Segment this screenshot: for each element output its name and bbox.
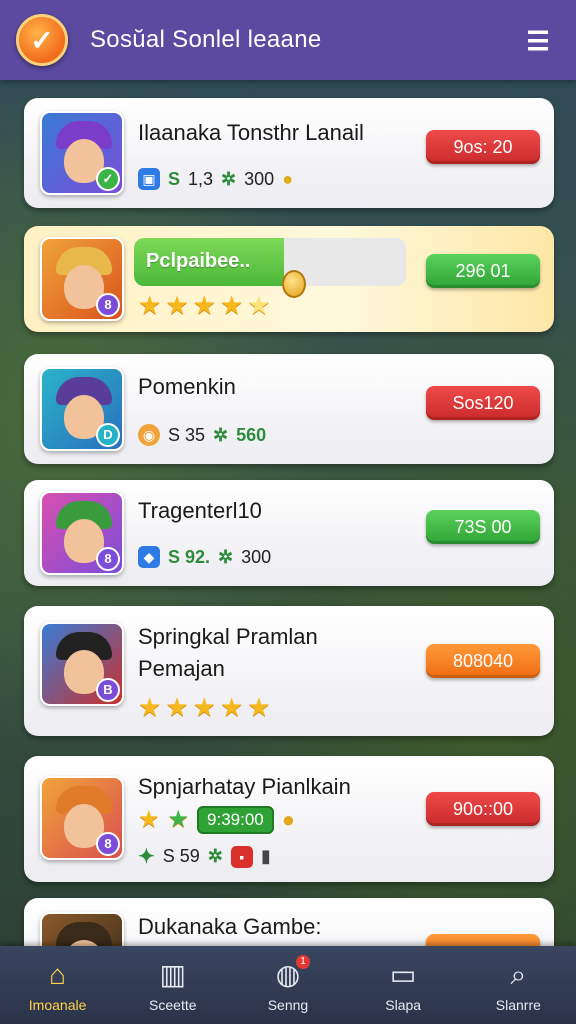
list-item[interactable]: B Springkal Pramlan Pemajan ★ ★ ★ ★ ★ 808040 xyxy=(24,606,554,736)
nav-chest[interactable]: ◍ 1 Senng xyxy=(238,955,338,1013)
card-meta: ▣ S 1,3 ✲ 300 ● xyxy=(138,168,293,190)
star-icon: ★ xyxy=(192,290,216,320)
nav-search[interactable]: ⌕ Slanrre xyxy=(468,957,568,1013)
card-score-row: ★ ★ 9:39:00 ● xyxy=(138,806,295,834)
star-icon: ★ xyxy=(219,290,244,320)
sword-icon: ✲ xyxy=(207,846,223,866)
card-title: Dukanaka Gambe: xyxy=(138,914,322,939)
list-item[interactable]: Dukanaka Gambe: xyxy=(24,898,554,946)
score-button[interactable]: 73S 00 xyxy=(426,510,540,544)
card-title: Tragenterl10 xyxy=(138,498,262,523)
progress-label: Pclpaibee.. xyxy=(146,250,251,272)
top-bar: ✓ Sosŭal Sonlel leaane ☰ xyxy=(0,0,576,80)
laptop-icon: ▭ xyxy=(389,959,417,990)
score-button[interactable] xyxy=(426,934,540,946)
score-button[interactable]: 90o::00 xyxy=(426,792,540,826)
thumb-icon: ✦ xyxy=(138,846,155,868)
score-button[interactable]: 9os: 20 xyxy=(426,130,540,164)
card-meta: ◉ S 35 ✲ 560 xyxy=(138,424,266,446)
star-icon: ★ xyxy=(192,692,216,722)
avatar: 8 xyxy=(40,491,124,575)
star-icon: ★ xyxy=(165,290,189,320)
nav-store[interactable]: ▥ Sceette xyxy=(123,957,223,1013)
list-item[interactable]: 8 Spnjarhatay Pianlkain ★ ★ 9:39:00 ● ✦ … xyxy=(24,756,554,882)
list-item[interactable]: 8 Pclpaibee.. ★ ★ ★ ★ ★ 296 01 xyxy=(24,226,554,332)
score-button[interactable]: 296 01 xyxy=(426,254,540,288)
avatar: ✓ xyxy=(40,111,124,195)
store-icon: ▥ xyxy=(159,959,187,990)
sword-icon: ✲ xyxy=(221,168,237,189)
star-icon: ★ xyxy=(167,806,190,833)
star-icon: ★ xyxy=(138,290,162,320)
nav-laptop[interactable]: ▭ Slapa xyxy=(353,957,453,1013)
card-subtitle: Pemajan xyxy=(138,656,225,681)
star-rating: ★ ★ ★ ★ ★ xyxy=(138,694,271,720)
home-icon: ⌂ xyxy=(49,959,67,990)
avatar: B xyxy=(40,622,124,706)
card-title: Springkal Pramlan xyxy=(138,624,318,649)
coin-icon: ● xyxy=(282,168,294,189)
list-item[interactable]: D Pomenkin ◉ S 35 ✲ 560 Sos120 xyxy=(24,354,554,464)
avatar xyxy=(40,912,124,946)
avatar: 8 xyxy=(40,237,124,321)
coin-icon xyxy=(282,270,306,298)
list-item[interactable]: ✓ Ilaanaka Tonsthr Lanail ▣ S 1,3 ✲ 300 … xyxy=(24,98,554,208)
chest-icon: ◍ xyxy=(275,959,301,990)
card-title: Ilaanaka Tonsthr Lanail xyxy=(138,120,364,145)
score-button[interactable]: 808040 xyxy=(426,644,540,678)
list-item[interactable]: 8 Tragenterl10 ◆ S 92. ✲ 300 73S 00 xyxy=(24,480,554,586)
search-icon: ⌕ xyxy=(510,959,527,990)
star-icon: ★ xyxy=(138,692,162,722)
star-icon: ★ xyxy=(219,692,244,722)
avatar: D xyxy=(40,367,124,451)
sword-icon: ✲ xyxy=(213,424,229,445)
progress-bar: Pclpaibee.. xyxy=(134,238,406,286)
star-icon: ★ xyxy=(247,290,271,320)
bag-icon: ▮ xyxy=(260,846,271,866)
star-icon: ★ xyxy=(165,692,189,722)
star-rating: ★ ★ ★ ★ ★ xyxy=(138,292,271,318)
score-chip: 9:39:00 xyxy=(197,806,274,834)
star-icon: ★ xyxy=(247,692,271,722)
box-icon: ◆ xyxy=(138,546,160,568)
game-list[interactable]: ✓ Ilaanaka Tonsthr Lanail ▣ S 1,3 ✲ 300 … xyxy=(0,80,576,946)
card-meta: ✦ S 59 ✲ ▪ ▮ xyxy=(138,845,271,868)
star-icon: ★ xyxy=(138,806,160,833)
coin-icon: ● xyxy=(281,807,296,832)
card-meta: ◆ S 92. ✲ 300 xyxy=(138,546,271,568)
currency-icon: S xyxy=(168,168,181,189)
nav-home[interactable]: ⌂ Imoanale xyxy=(8,957,108,1013)
notification-badge: 1 xyxy=(295,955,310,969)
dice-icon: ▪ xyxy=(230,845,253,868)
check-icon[interactable]: ✓ xyxy=(16,14,68,66)
app-title: Sosŭal Sonlel leaane xyxy=(90,26,322,53)
menu-icon[interactable]: ☰ xyxy=(524,26,552,56)
avatar: 8 xyxy=(40,776,124,860)
score-button[interactable]: Sos120 xyxy=(426,386,540,420)
medal-icon: ◉ xyxy=(138,424,160,446)
shield-icon: ▣ xyxy=(138,168,160,190)
sword-icon: ✲ xyxy=(218,546,234,567)
bottom-nav: ⌂ Imoanale ▥ Sceette ◍ 1 Senng ▭ Slapa ⌕… xyxy=(0,946,576,1024)
card-title: Spnjarhatay Pianlkain xyxy=(138,774,351,799)
card-title: Pomenkin xyxy=(138,374,236,399)
